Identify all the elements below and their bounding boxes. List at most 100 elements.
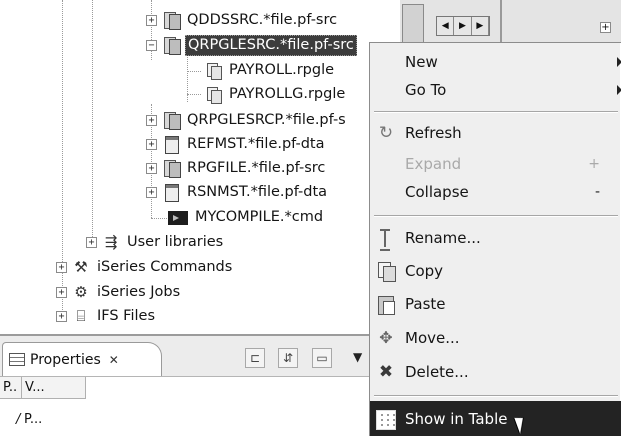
tree-node-qrpglesrcp[interactable]: + QRPGLESRCP.*file.pf-s — [146, 109, 348, 131]
source-file-icon — [162, 111, 181, 130]
menu-item-label: Rename... — [405, 229, 481, 247]
menu-item-label: Go To — [405, 81, 447, 99]
menu-item-label: Copy — [405, 262, 444, 280]
jobs-icon: ⚙ — [74, 283, 88, 301]
tree-node-ifs-files[interactable]: + ⌸ IFS Files — [56, 305, 157, 327]
tree-node-label: REFMST.*file.pf-dta — [187, 135, 325, 152]
tree-node-rsnmst[interactable]: + RSNMST.*file.pf-dta — [146, 181, 329, 203]
copy-icon — [376, 261, 396, 282]
menu-separator — [374, 215, 618, 217]
menu-item-collapse[interactable]: Collapse - — [370, 175, 621, 209]
menu-item-label: Collapse — [405, 183, 469, 201]
menu-item-label: Show in Table — [405, 410, 508, 428]
command-icon — [168, 211, 188, 225]
member-icon — [204, 61, 222, 80]
column-header-value[interactable]: V... — [22, 377, 86, 399]
data-file-icon — [162, 183, 180, 202]
collapse-icon[interactable]: − — [146, 39, 157, 51]
expand-icon[interactable]: + — [86, 236, 97, 248]
expand-icon[interactable]: + — [600, 22, 611, 33]
scroll-thumb-icon[interactable]: ▶ — [454, 17, 472, 35]
menu-item-delete[interactable]: ✖ Delete... — [370, 355, 621, 389]
expand-icon[interactable]: + — [146, 162, 157, 174]
expand-icon[interactable]: + — [146, 138, 157, 150]
menu-item-copy[interactable]: Copy — [370, 254, 621, 288]
expand-icon[interactable]: + — [146, 14, 157, 26]
value-cell: P... — [24, 412, 43, 427]
expand-icon[interactable]: + — [56, 310, 67, 322]
tree-node-label: RSNMST.*file.pf-dta — [187, 183, 328, 200]
tree-node-label: PAYROLLG.rpgle — [229, 85, 346, 102]
column-header-property[interactable]: P.. — [0, 377, 22, 399]
menu-item-move[interactable]: ✥ Move... — [370, 321, 621, 355]
tree-node-label: MYCOMPILE.*cmd — [195, 208, 324, 225]
menu-separator — [374, 111, 618, 113]
rename-icon — [376, 228, 396, 251]
tree-node-qddssrc[interactable]: + QDDSSRC.*file.pf-src — [146, 9, 339, 31]
tree-node-iseries-jobs[interactable]: + ⚙ iSeries Jobs — [56, 281, 182, 303]
close-icon[interactable]: ✕ — [109, 353, 119, 367]
tree-node-rpgfile[interactable]: + RPGFILE.*file.pf-src — [146, 157, 327, 179]
menu-item-go-to[interactable]: Go To — [370, 73, 621, 107]
paste-icon — [376, 294, 396, 315]
source-file-icon — [162, 159, 181, 178]
scroll-right-icon[interactable]: ▶ — [472, 17, 489, 35]
tree-node-iseries-commands[interactable]: + ⚒ iSeries Commands — [56, 256, 234, 278]
data-file-icon — [162, 135, 180, 154]
tree-node-label: iSeries Jobs — [97, 283, 181, 300]
menu-item-label: Delete... — [405, 363, 469, 381]
tree-node-label: User libraries — [127, 233, 224, 250]
tab-properties[interactable]: Properties ✕ — [2, 342, 162, 376]
submenu-arrow-icon — [617, 85, 621, 95]
context-menu: New Go To ↻ Refresh Expand + Collapse - … — [369, 42, 621, 436]
tree-node-label-selected: QRPGLESRC.*file.pf-src — [185, 34, 357, 56]
tree-node-label: iSeries Commands — [97, 258, 233, 275]
refresh-icon: ↻ — [378, 123, 394, 143]
tree-node-label: IFS Files — [97, 307, 155, 324]
menu-item-label: Refresh — [405, 124, 462, 142]
menu-item-refresh[interactable]: ↻ Refresh — [370, 116, 621, 150]
menu-item-show-in-table[interactable]: Show in Table — [370, 401, 621, 436]
menu-item-rename[interactable]: Rename... — [370, 221, 621, 255]
ifs-files-icon: ⌸ — [76, 307, 86, 325]
tree-node-qrpglesrc[interactable]: − QRPGLESRC.*file.pf-src — [146, 34, 357, 56]
tree-node-label: PAYROLL.rpgle — [229, 61, 335, 78]
tree-node-refmst[interactable]: + REFMST.*file.pf-dta — [146, 133, 327, 155]
tree-node-label: QRPGLESRCP.*file.pf-s — [187, 111, 346, 128]
horizontal-scroll-control[interactable]: ◀ ▶ ▶ — [436, 16, 490, 36]
view-menu-icon[interactable]: ▼ — [353, 350, 362, 364]
move-icon: ✥ — [379, 328, 393, 347]
submenu-arrow-icon — [617, 57, 621, 67]
show-advanced-button[interactable]: ⇵ — [278, 348, 298, 368]
tree-node-label: QDDSSRC.*file.pf-src — [187, 11, 338, 28]
tree-node-payroll[interactable]: PAYROLL.rpgle — [204, 59, 336, 81]
menu-item-label: Move... — [405, 329, 460, 347]
source-file-icon — [162, 36, 181, 55]
tree-node-mycompile[interactable]: MYCOMPILE.*cmd — [168, 206, 325, 228]
tree-node-user-libraries[interactable]: + ⇶ User libraries — [86, 231, 225, 253]
delete-icon: ✖ — [378, 362, 394, 382]
tree-node-payrollg[interactable]: PAYROLLG.rpgle — [204, 83, 347, 105]
show-categories-button[interactable]: ⊏ — [245, 348, 265, 368]
tree-node-label: RPGFILE.*file.pf-src — [187, 159, 326, 176]
expand-icon[interactable]: + — [56, 261, 67, 273]
scroll-left-icon[interactable]: ◀ — [437, 17, 455, 35]
remote-systems-tree: + QDDSSRC.*file.pf-src − QRPGLESRC.*file… — [0, 0, 400, 334]
tab-label: Properties — [30, 351, 101, 368]
menu-item-paste[interactable]: Paste — [370, 287, 621, 321]
expand-icon[interactable]: + — [56, 286, 67, 298]
properties-view: Properties ✕ ⊏ ⇵ ▭ ▼ P.. V... / P... — [0, 334, 400, 436]
restore-default-button[interactable]: ▭ — [312, 348, 332, 368]
expand-icon[interactable]: + — [146, 186, 157, 198]
expand-icon[interactable]: + — [146, 114, 157, 126]
menu-item-accelerator: + — [588, 156, 600, 172]
source-file-icon — [162, 11, 181, 30]
properties-icon — [9, 353, 25, 366]
menu-item-label: New — [405, 53, 438, 71]
commands-icon: ⚒ — [74, 258, 88, 276]
menu-item-label: Expand — [405, 155, 462, 173]
table-icon — [376, 410, 396, 430]
menu-separator — [374, 395, 618, 397]
menu-item-accelerator: - — [594, 184, 600, 200]
member-icon — [204, 85, 222, 104]
